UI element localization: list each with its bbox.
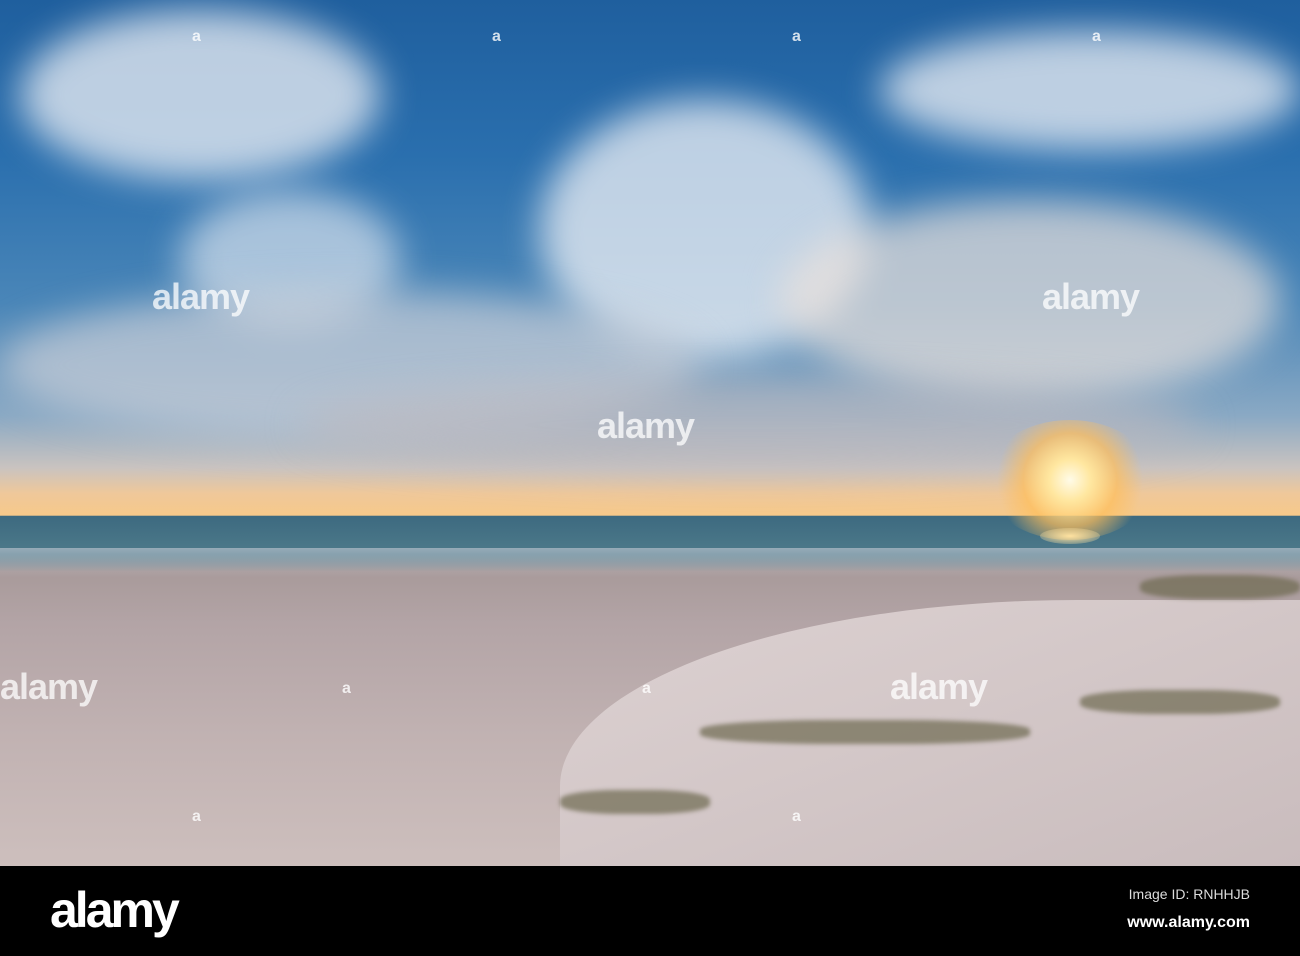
footer-bar: alamy Image ID: RNHHJB www.alamy.com [0, 866, 1300, 956]
site-url: www.alamy.com [1127, 914, 1250, 931]
wet-sand [0, 548, 1300, 578]
watermark: alamy [152, 276, 250, 317]
watermark-mark: a [342, 680, 351, 697]
watermark: alamy [0, 666, 98, 707]
watermark-mark: a [192, 808, 201, 825]
watermark-mark: a [492, 28, 501, 45]
image-id: Image ID: RNHHJB [1128, 886, 1250, 902]
sun-reflection [1040, 528, 1100, 544]
watermark: alamy [890, 666, 988, 707]
watermark-mark: a [792, 808, 801, 825]
watermark-mark: a [792, 28, 801, 45]
watermark-mark: a [192, 28, 201, 45]
watermark: alamy [1042, 276, 1140, 317]
alamy-logo: alamy [50, 882, 180, 938]
sun [985, 420, 1155, 540]
beach-sunset-photo: alamy alamy alamy alamy alamy a a a a a … [0, 0, 1300, 866]
watermark-mark: a [1092, 28, 1101, 45]
watermark-mark: a [642, 680, 651, 697]
watermark: alamy [597, 405, 695, 446]
